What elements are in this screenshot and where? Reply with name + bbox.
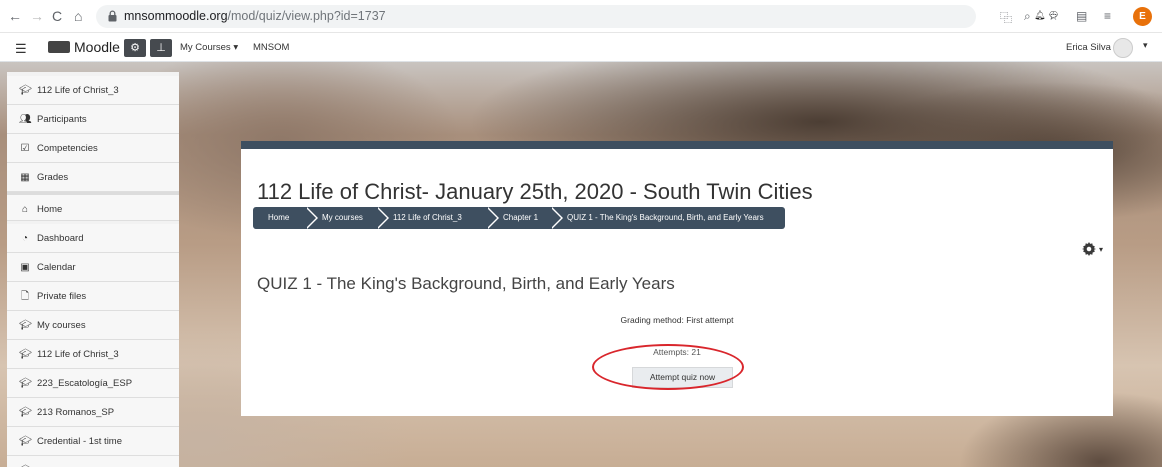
sidebar-item-label: My courses: [37, 320, 86, 331]
gear-caret-icon[interactable]: ▾: [1099, 245, 1103, 254]
users-icon: 👥︎: [19, 114, 32, 125]
sidebar-item-private-files[interactable]: 🗋︎ Private files: [7, 282, 179, 311]
attempt-quiz-button[interactable]: Attempt quiz now: [632, 367, 733, 388]
sidebar-item-label: Competencies: [37, 143, 98, 154]
browser-profile-avatar[interactable]: E: [1133, 7, 1152, 26]
sidebar-item-calendar[interactable]: ▣ Calendar: [7, 253, 179, 282]
page-title: 112 Life of Christ- January 25th, 2020 -…: [257, 179, 813, 204]
back-arrow-icon[interactable]: ←: [8, 8, 22, 24]
file-icon: 🗋︎: [20, 291, 30, 302]
chevron-down-icon: ▾: [233, 42, 239, 53]
reload-icon[interactable]: C: [52, 8, 62, 24]
extension-icon[interactable]: ▤: [1076, 9, 1087, 23]
user-name[interactable]: Erica Silva: [1066, 42, 1111, 53]
url-domain: mnsommoodle.org: [124, 9, 228, 23]
my-courses-label: My Courses: [180, 42, 231, 53]
translate-icon[interactable]: ⿻: [1000, 9, 1012, 26]
graduation-cap-icon: 🎓︎: [19, 320, 32, 331]
address-bar[interactable]: mnsommoodle.org/mod/quiz/view.php?id=173…: [96, 5, 976, 28]
bell-icon[interactable]: 🔔︎: [1034, 10, 1045, 21]
sidebar-item-course-112[interactable]: 🎓︎ 112 Life of Christ_3: [7, 340, 179, 369]
sidebar-item-label: Private files: [37, 291, 87, 302]
graduation-cap-icon: 🎓︎: [19, 436, 32, 447]
moodle-logo-icon[interactable]: [48, 41, 70, 53]
sidebar-item-label: Grades: [37, 172, 69, 183]
moodle-navbar: ☰ Moodle ⚙ ⊥ My Courses ▾ MNSOM: [0, 33, 1162, 62]
sidebar-item-label: 112 Life of Christ_3: [37, 85, 119, 96]
sidebar-item-label: 223_Escatología_ESP: [37, 378, 133, 389]
reading-list-icon[interactable]: ≡: [1104, 9, 1111, 23]
gear-icon[interactable]: [1082, 242, 1096, 256]
sidebar-item-label: Credential - 1st time: [37, 436, 123, 447]
breadcrumb-home[interactable]: Home: [253, 207, 318, 229]
cogs-icon[interactable]: ⚙: [124, 39, 146, 57]
breadcrumb-quiz[interactable]: QUIZ 1 - The King's Background, Birth, a…: [549, 207, 785, 229]
sidebar-item-label: 213 Romanos_SP: [37, 407, 115, 418]
breadcrumb-course[interactable]: 112 Life of Christ_3: [375, 207, 499, 229]
sidebar-item-course-213[interactable]: 🎓︎ 213 Romanos_SP: [7, 398, 179, 427]
navigation-drawer: 🎓︎ 112 Life of Christ_3 👥︎ Participants …: [7, 72, 179, 467]
attempts-count[interactable]: Attempts: 21: [241, 347, 1113, 357]
quiz-title: QUIZ 1 - The King's Background, Birth, a…: [257, 274, 675, 293]
chat-icon[interactable]: 💬︎: [1048, 10, 1059, 21]
table-icon: ▦: [20, 172, 30, 183]
user-menu-caret-icon[interactable]: ▾: [1143, 40, 1148, 51]
sidebar-item-label: 112 Life of Christ_3: [37, 349, 119, 360]
lock-icon: [108, 10, 117, 22]
main-content-card: 112 Life of Christ- January 25th, 2020 -…: [241, 141, 1113, 416]
home-icon: ⌂: [21, 204, 29, 215]
hamburger-menu-icon[interactable]: ☰: [15, 41, 27, 57]
avatar[interactable]: [1113, 38, 1133, 58]
sidebar-item-label: Participants: [37, 114, 87, 125]
sidebar-item-grades[interactable]: ▦ Grades: [7, 163, 179, 192]
graduation-cap-icon: 🎓︎: [19, 85, 32, 96]
home-icon[interactable]: ⌂: [74, 8, 82, 24]
zoom-icon[interactable]: ⌕: [1024, 9, 1031, 24]
url-text: mnsommoodle.org/mod/quiz/view.php?id=173…: [124, 9, 386, 23]
sidebar-item-home[interactable]: ⌂ Home: [7, 192, 179, 221]
sidebar-item-dashboard[interactable]: ◔ Dashboard: [7, 224, 179, 253]
brand-name[interactable]: Moodle: [74, 39, 120, 55]
sidebar-item-credential[interactable]: 🎓︎ Credential - 1st time: [7, 427, 179, 456]
browser-toolbar: ← → C ⌂ mnsommoodle.org/mod/quiz/view.ph…: [0, 0, 1162, 33]
sidebar-item-label: Dashboard: [37, 233, 84, 244]
dashboard-icon: ◔: [21, 233, 29, 244]
graduation-cap-icon: 🎓︎: [19, 378, 32, 389]
calendar-icon: ▣: [20, 262, 30, 273]
site-link[interactable]: MNSOM: [253, 42, 289, 53]
graduation-cap-icon: 🎓︎: [19, 349, 32, 360]
graduation-cap-icon: 🎓︎: [19, 407, 32, 418]
sidebar-item-course-223[interactable]: 🎓︎ 223_Escatología_ESP: [7, 369, 179, 398]
checkbox-icon: ☑: [20, 143, 30, 154]
forward-arrow-icon[interactable]: →: [30, 8, 44, 24]
sidebar-item-label: Home: [37, 204, 63, 215]
sidebar-item-participants[interactable]: 👥︎ Participants: [7, 105, 179, 134]
url-path: /mod/quiz/view.php?id=1737: [227, 9, 386, 23]
sidebar-item-competencies[interactable]: ☑ Competencies: [7, 134, 179, 163]
sidebar-item-course[interactable]: 🎓︎ 112 Life of Christ_3: [7, 76, 179, 105]
sidebar-item-label: Calendar: [37, 262, 76, 273]
my-courses-menu[interactable]: My Courses ▾: [180, 42, 238, 53]
sidebar-item-my-courses[interactable]: 🎓︎ My courses: [7, 311, 179, 340]
grading-method: Grading method: First attempt: [620, 315, 734, 325]
sitemap-icon[interactable]: ⊥: [150, 39, 172, 57]
sidebar-item-partial[interactable]: 🎓︎: [7, 456, 179, 467]
